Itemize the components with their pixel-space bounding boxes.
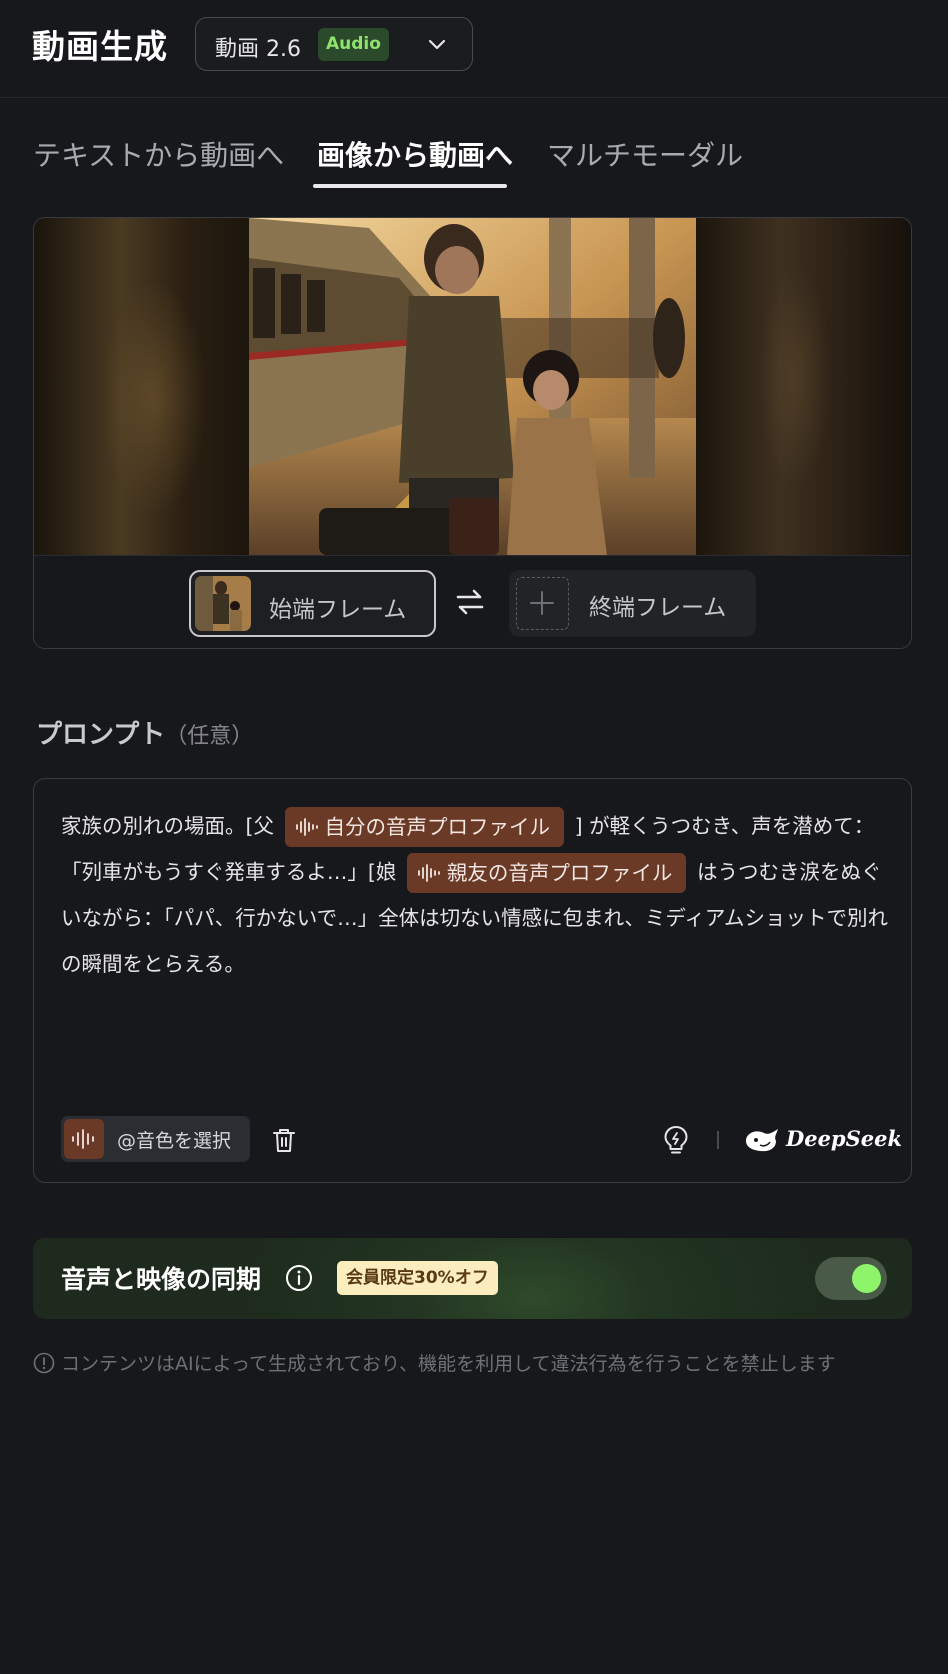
preview-blur-left <box>34 218 252 555</box>
voice-chip-friend[interactable]: 親友の音声プロファイル <box>406 853 687 893</box>
tab-text-to-video[interactable]: テキストから動画へ <box>33 134 284 174</box>
start-frame-label: 始端フレーム <box>269 597 407 623</box>
tab-multimodal[interactable]: マルチモーダル <box>547 134 743 174</box>
select-voice-label: @音色を選択 <box>117 1130 232 1152</box>
prompt-heading-label: プロンプト <box>36 720 166 750</box>
toggle-knob <box>852 1264 881 1293</box>
prompt-optional-label: （任意） <box>165 724 254 749</box>
sound-wave-icon <box>295 818 318 836</box>
model-name: 動画 2.6 <box>215 37 301 62</box>
active-tab-indicator <box>313 184 507 188</box>
trash-icon[interactable] <box>270 1126 298 1154</box>
swap-icon[interactable] <box>454 586 486 618</box>
deepseek-label: DeepSeek <box>786 1126 903 1151</box>
add-end-frame-box <box>516 577 569 630</box>
thumbnail-image <box>195 576 251 631</box>
end-frame-label: 終端フレーム <box>589 595 727 621</box>
sound-wave-icon <box>418 864 440 882</box>
end-frame-button[interactable]: 終端フレーム <box>509 570 756 637</box>
preview-image[interactable] <box>249 218 696 555</box>
select-voice-button[interactable]: @音色を選択 <box>61 1116 250 1162</box>
chevron-down-icon <box>428 39 446 50</box>
frame-panel: 始端フレーム 終端フレーム <box>33 217 912 649</box>
preview-blur-right <box>694 218 910 555</box>
prompt-text-part-1: 家族の別れの場面。[父 <box>61 814 274 838</box>
sound-wave-icon <box>72 1129 94 1149</box>
model-select[interactable]: 動画 2.6 Audio <box>195 17 473 71</box>
voice-icon-box <box>64 1119 104 1159</box>
plus-icon <box>530 591 554 615</box>
prompt-text[interactable]: 家族の別れの場面。[父 自分の音声プロファイル ] が軽くうつむき、声を潜めて：… <box>61 803 891 987</box>
disclaimer-text: コンテンツはAIによって生成されており、機能を利用して違法行為を行うことを禁止し… <box>61 1353 836 1375</box>
audio-badge: Audio <box>318 28 389 61</box>
av-sync-toggle[interactable] <box>815 1257 887 1300</box>
image-preview <box>34 218 910 555</box>
voice-chip-self[interactable]: 自分の音声プロファイル <box>284 807 565 847</box>
voice-chip-friend-label: 親友の音声プロファイル <box>446 861 673 885</box>
lightbulb-icon[interactable] <box>661 1124 691 1156</box>
info-icon <box>33 1352 55 1374</box>
prompt-heading: プロンプト（任意） <box>36 714 253 751</box>
voice-chip-self-label: 自分の音声プロファイル <box>324 815 551 839</box>
start-frame-button[interactable]: 始端フレーム <box>189 570 436 637</box>
page-title: 動画生成 <box>32 27 168 66</box>
member-discount-badge: 会員限定30%オフ <box>337 1261 498 1295</box>
frame-selector-bar: 始端フレーム 終端フレーム <box>34 555 910 648</box>
info-icon[interactable] <box>285 1264 313 1292</box>
toolbar-divider <box>717 1131 719 1149</box>
tab-image-to-video[interactable]: 画像から動画へ <box>317 134 513 174</box>
prompt-input[interactable]: 家族の別れの場面。[父 自分の音声プロファイル ] が軽くうつむき、声を潜めて：… <box>33 778 912 1183</box>
disclaimer: コンテンツはAIによって生成されており、機能を利用して違法行為を行うことを禁止し… <box>33 1349 836 1376</box>
start-frame-thumbnail <box>195 576 251 631</box>
header: 動画生成 動画 2.6 Audio <box>0 0 948 98</box>
deepseek-whale-icon <box>746 1129 778 1152</box>
av-sync-row: 音声と映像の同期 会員限定30%オフ <box>33 1238 912 1319</box>
av-sync-title: 音声と映像の同期 <box>61 1265 262 1294</box>
